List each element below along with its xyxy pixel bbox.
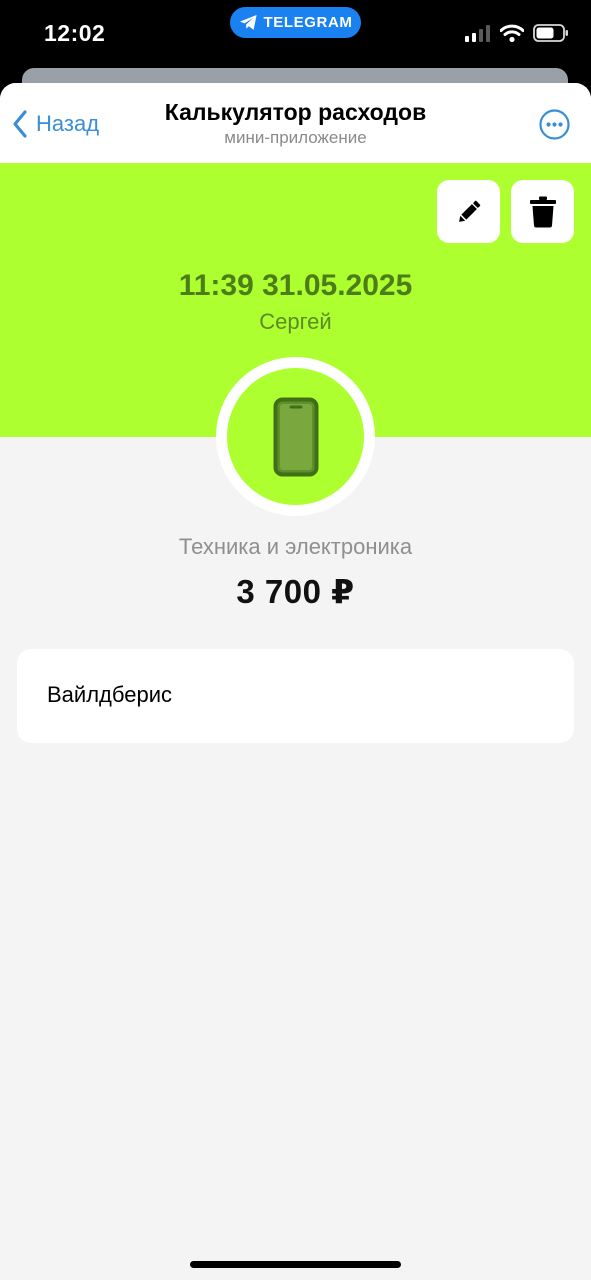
note-card: Вайлдберис: [17, 649, 574, 743]
cellular-signal-icon: [465, 24, 491, 42]
back-label: Назад: [36, 111, 100, 136]
wifi-icon: [500, 24, 524, 42]
page-title: Калькулятор расходов: [164, 99, 427, 125]
expense-note: Вайлдберис: [47, 682, 172, 707]
delete-icon: [529, 196, 557, 228]
telegram-pill[interactable]: TELEGRAM: [230, 7, 361, 38]
telegram-pill-label: TELEGRAM: [263, 14, 353, 31]
status-bar: 12:02 TELEGRAM: [0, 0, 591, 70]
delete-button[interactable]: [511, 180, 574, 243]
home-indicator: [190, 1261, 401, 1268]
expense-amount: 3 700 ₽: [236, 573, 355, 610]
expense-datetime: 11:39 31.05.2025: [178, 269, 413, 302]
chevron-left-icon: [12, 110, 28, 138]
expense-person: Сергей: [259, 309, 332, 334]
page-subtitle: мини-приложение: [224, 128, 367, 147]
header: Назад Калькулятор расходов мини-приложен…: [0, 83, 591, 163]
smartphone-icon: [273, 397, 319, 477]
edit-button[interactable]: [437, 180, 500, 243]
telegram-plane-icon: [239, 14, 258, 31]
back-button[interactable]: Назад: [12, 107, 99, 141]
mini-app-sheet: Назад Калькулятор расходов мини-приложен…: [0, 83, 591, 1280]
category-badge: [216, 357, 375, 516]
more-options-button[interactable]: [539, 109, 570, 140]
status-time: 12:02: [44, 20, 106, 46]
battery-icon: [533, 24, 569, 42]
category-name: Техника и электроника: [178, 534, 413, 559]
more-options-icon: [539, 109, 570, 140]
edit-icon: [454, 197, 484, 227]
status-icons: [465, 24, 569, 42]
